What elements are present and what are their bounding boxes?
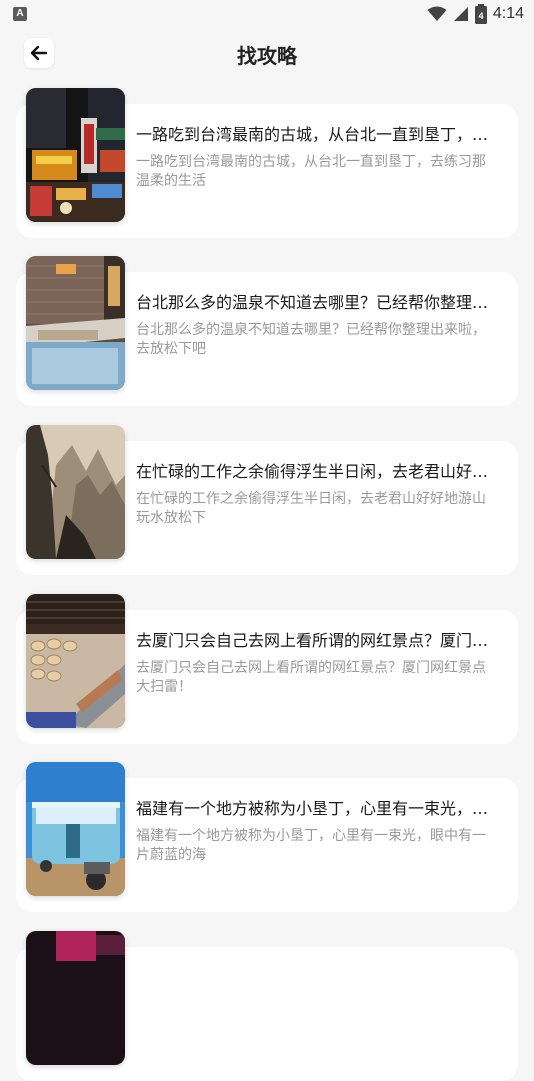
article-description: 在忙碌的工作之余偷得浮生半日闲，去老君山好好地游山玩水放松下: [136, 491, 486, 526]
article-card[interactable]: 在忙碌的工作之余偷得浮生半日闲，去老君山好好地游山玩水放松下 在忙碌的工作之余偷…: [16, 425, 518, 575]
article-description: 去厦门只会自己去网上看所谓的网红景点？厦门网红景点大扫雷！: [136, 660, 486, 695]
article-thumbnail: [26, 931, 125, 1065]
article-title: 在忙碌的工作之余偷得浮生半日闲，去老君山好好地游山玩水放松下: [136, 462, 496, 481]
signal-icon: [453, 7, 468, 21]
article-title: 台北那么多的温泉不知道去哪里？已经帮你整理出来啦，去放松下吧: [136, 293, 496, 312]
page-title: 找攻略: [237, 44, 297, 68]
article-thumbnail: [26, 256, 125, 390]
article-thumbnail: [26, 762, 125, 896]
status-bar: A 4 4:14: [0, 0, 534, 28]
article-description: 台北那么多的温泉不知道去哪里？已经帮你整理出来啦，去放松下吧: [136, 322, 486, 357]
article-card[interactable]: 一路吃到台湾最南的古城，从台北一直到垦丁，去练习那温柔的生活 一路吃到台湾最南的…: [16, 88, 518, 238]
article-thumbnail: [26, 594, 125, 728]
status-icons: 4 4:14: [427, 4, 524, 24]
header: 找攻略: [0, 28, 534, 84]
battery-icon: 4: [474, 4, 487, 24]
article-card[interactable]: 台北那么多的温泉不知道去哪里？已经帮你整理出来啦，去放松下吧 台北那么多的温泉不…: [16, 256, 518, 406]
article-card-partial[interactable]: [16, 931, 518, 1081]
article-title: 一路吃到台湾最南的古城，从台北一直到垦丁，去练习那温柔的生活: [136, 125, 496, 144]
article-card[interactable]: 去厦门只会自己去网上看所谓的网红景点？厦门网红景点大扫雷！ 去厦门只会自己去网上…: [16, 594, 518, 744]
article-description: 福建有一个地方被称为小垦丁，心里有一束光，眼中有一片蔚蓝的海: [136, 828, 486, 863]
article-card[interactable]: 福建有一个地方被称为小垦丁，心里有一束光，眼中有一片蔚蓝的海 福建有一个地方被称…: [16, 762, 518, 912]
article-description: 一路吃到台湾最南的古城，从台北一直到垦丁，去练习那温柔的生活: [136, 154, 486, 189]
article-title: 去厦门只会自己去网上看所谓的网红景点？厦门网红景点大扫雷！: [136, 631, 496, 650]
article-title: 福建有一个地方被称为小垦丁，心里有一束光，眼中有一片蔚蓝的海: [136, 799, 496, 818]
status-time: 4:14: [492, 5, 524, 22]
article-thumbnail: [26, 88, 125, 222]
notification-a-icon: A: [13, 7, 27, 21]
article-thumbnail: [26, 425, 125, 559]
battery-level: 4: [478, 11, 483, 21]
wifi-icon: [427, 6, 447, 21]
